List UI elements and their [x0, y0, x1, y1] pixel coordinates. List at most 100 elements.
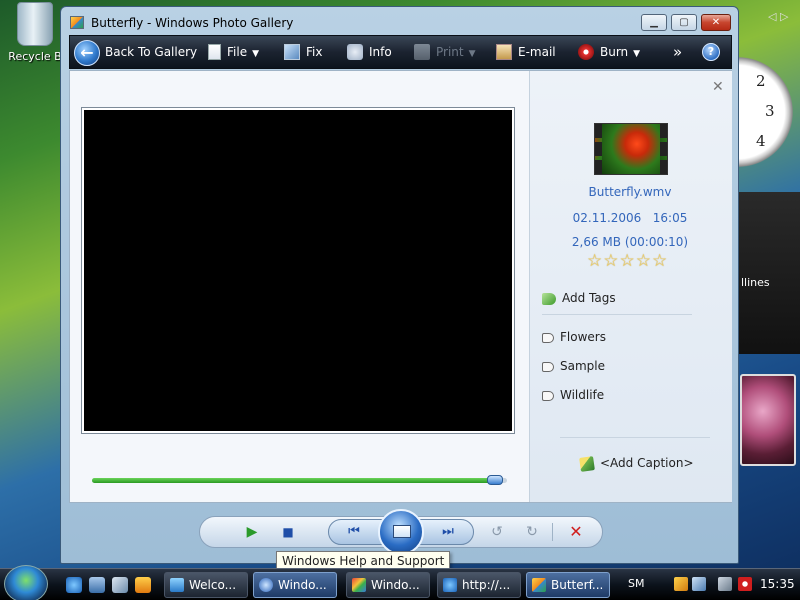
volume-muted-icon[interactable]	[738, 577, 752, 591]
add-tags-label: Add Tags	[562, 291, 616, 305]
help-icon[interactable]: ?	[702, 43, 720, 61]
email-button[interactable]: E-mail	[496, 36, 556, 68]
taskbar-item-label: Windo...	[371, 578, 420, 592]
taskbar-item[interactable]: Windo...	[253, 572, 337, 598]
print-button[interactable]: Print ▼	[414, 36, 476, 68]
info-pane: ✕ Butterfly.wmv 02.11.2006 16:05 2,66 MB…	[529, 71, 732, 502]
back-arrow-icon: ←	[74, 39, 100, 66]
add-caption-button[interactable]: <Add Caption>	[579, 455, 694, 472]
clock-gadget[interactable]: 2 3 4	[738, 52, 798, 172]
recycle-bin-desktop-icon[interactable]: Recycle B	[4, 2, 66, 63]
taskbar-item-label: Windo...	[278, 578, 327, 592]
clock-number: 2	[756, 72, 766, 90]
rotate-clockwise-button[interactable]: ↻	[520, 517, 544, 547]
file-name-link[interactable]: Butterfly.wmv	[530, 185, 730, 199]
video-thumbnail	[594, 123, 668, 175]
seek-thumb[interactable]	[486, 475, 503, 485]
file-time: 16:05	[652, 211, 688, 225]
tag-label: Wildlife	[560, 388, 605, 402]
previous-button[interactable]: ⏮	[342, 517, 366, 547]
fix-button[interactable]: Fix	[284, 36, 322, 68]
fix-label: Fix	[306, 45, 323, 59]
file-icon	[208, 43, 221, 60]
burn-menu-button[interactable]: Burn ▼	[578, 36, 640, 68]
tag-item[interactable]: Flowers	[542, 330, 606, 344]
photo-gallery-window: Butterfly - Windows Photo Gallery ▁ ▢ ✕ …	[60, 6, 739, 564]
video-display[interactable]	[81, 107, 515, 434]
email-label: E-mail	[518, 45, 556, 59]
network-status-icon[interactable]	[718, 577, 732, 591]
add-tags-button[interactable]: Add Tags	[542, 291, 616, 305]
rotate-counterclockwise-button[interactable]: ↺	[485, 517, 509, 547]
title-bar[interactable]: Butterfly - Windows Photo Gallery ▁ ▢ ✕	[61, 7, 738, 37]
stop-button[interactable]: ■	[276, 517, 300, 547]
system-clock[interactable]: 15:35	[760, 569, 795, 600]
file-size-duration: 2,66 MB (00:00:10)	[571, 235, 689, 249]
taskbar-item-label: http://...	[462, 578, 511, 592]
divider	[542, 314, 692, 315]
back-to-gallery-button[interactable]: ← Back To Gallery	[74, 36, 197, 68]
language-indicator[interactable]: SM	[628, 569, 644, 600]
taskbar-item[interactable]: http://...	[437, 572, 521, 598]
seek-bar[interactable]	[92, 475, 507, 485]
chevron-down-icon: ▼	[468, 49, 476, 59]
windows-sidebar: ◁ ▷ 2 3 4 llines	[738, 0, 800, 568]
rating-stars[interactable]: ☆☆☆☆☆	[587, 251, 668, 271]
pencil-icon	[579, 455, 595, 472]
start-button[interactable]	[4, 565, 48, 600]
playback-controls: ▶ ■ ⏮ ⏭ ↺ ↻ ✕	[199, 509, 603, 555]
taskbar-item-label: Butterf...	[551, 578, 604, 592]
divider	[552, 523, 553, 541]
more-commands-icon[interactable]: »	[673, 36, 682, 68]
seek-progress-fill	[92, 478, 499, 483]
internet-explorer-icon[interactable]	[66, 577, 82, 593]
tag-item[interactable]: Sample	[542, 359, 605, 373]
maximize-button[interactable]: ▢	[671, 14, 697, 31]
print-label: Print	[436, 45, 464, 59]
window-title: Butterfly - Windows Photo Gallery	[91, 16, 294, 30]
next-button[interactable]: ⏭	[436, 517, 460, 547]
recycle-bin-label: Recycle B	[8, 50, 62, 63]
slideshow-gadget[interactable]	[740, 374, 796, 466]
network-icon[interactable]	[692, 577, 706, 591]
chevron-down-icon: ▼	[633, 49, 641, 59]
welcome-center-icon	[170, 578, 184, 592]
email-icon	[496, 43, 512, 60]
security-alert-icon[interactable]	[674, 577, 688, 591]
taskbar: Welco... Windo... Windo... http://... Bu…	[0, 565, 800, 600]
feed-headlines-gadget[interactable]: llines	[738, 192, 800, 354]
slideshow-button[interactable]	[378, 509, 424, 555]
tag-label: Flowers	[560, 330, 606, 344]
internet-explorer-icon	[443, 578, 457, 592]
burn-disc-icon	[578, 43, 594, 60]
tag-icon	[542, 390, 554, 401]
viewer-content: ✕ Butterfly.wmv 02.11.2006 16:05 2,66 MB…	[69, 70, 732, 503]
media-player-icon[interactable]	[135, 577, 151, 593]
taskbar-item-label: Welco...	[189, 578, 237, 592]
minimize-button[interactable]: ▁	[641, 14, 667, 31]
add-tag-icon	[542, 292, 556, 305]
tag-item[interactable]: Wildlife	[542, 388, 604, 402]
security-shield-icon	[352, 578, 366, 592]
show-desktop-icon[interactable]	[89, 577, 105, 593]
photo-gallery-app-icon	[70, 16, 84, 29]
tag-label: Sample	[560, 359, 605, 373]
close-icon[interactable]: ✕	[712, 79, 724, 95]
file-date: 02.11.2006	[572, 211, 642, 225]
delete-button[interactable]: ✕	[564, 517, 588, 547]
info-button[interactable]: Info	[347, 36, 392, 68]
back-to-gallery-label: Back To Gallery	[105, 45, 198, 59]
play-button[interactable]: ▶	[240, 517, 264, 547]
taskbar-item[interactable]: Windo...	[346, 572, 430, 598]
close-button[interactable]: ✕	[701, 14, 731, 31]
file-menu-button[interactable]: File ▼	[208, 36, 259, 68]
recycle-bin-icon	[17, 2, 53, 46]
switch-windows-icon[interactable]	[112, 577, 128, 593]
sidebar-controls[interactable]: ◁ ▷	[768, 10, 798, 30]
taskbar-item[interactable]: Butterf...	[526, 572, 610, 598]
add-caption-label: <Add Caption>	[600, 456, 694, 470]
fix-icon	[284, 43, 300, 60]
help-icon	[259, 578, 273, 592]
date-time[interactable]: 02.11.2006 16:05	[530, 211, 730, 225]
taskbar-item[interactable]: Welco...	[164, 572, 248, 598]
